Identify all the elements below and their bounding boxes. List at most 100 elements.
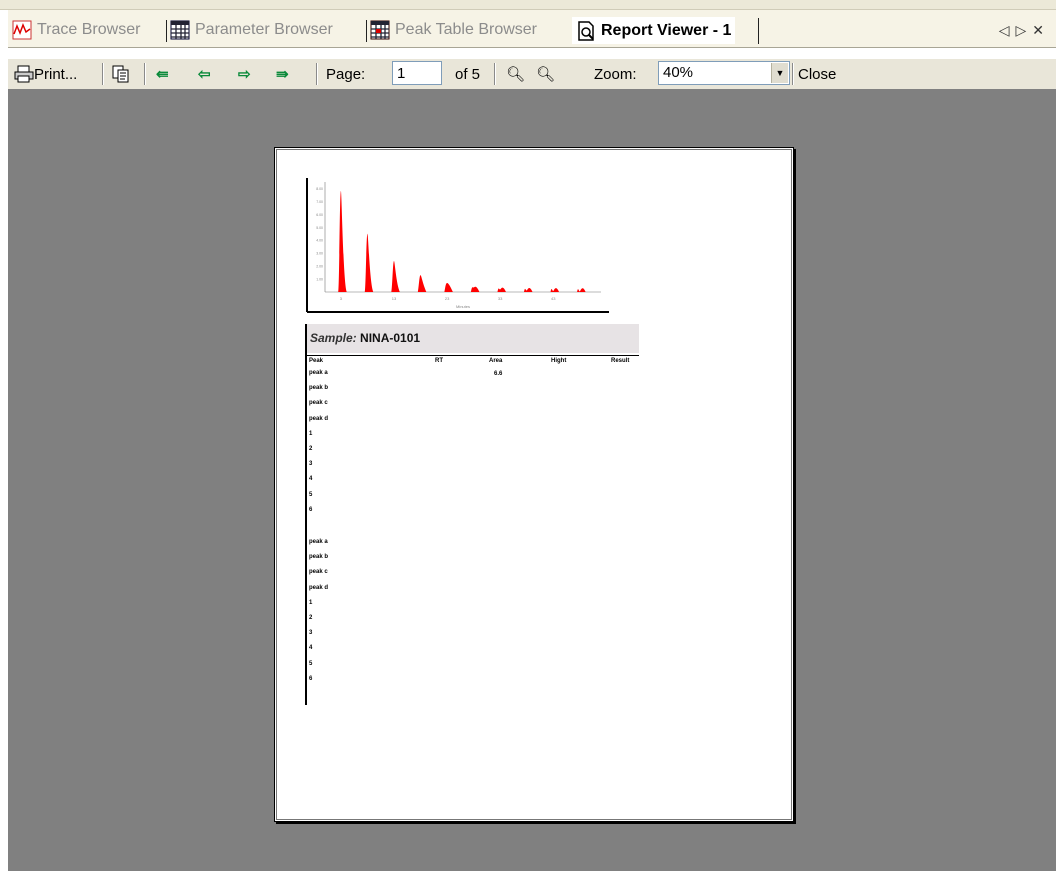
tab-divider: [166, 20, 167, 42]
y-tick-label: 2.00: [316, 265, 323, 269]
grid-icon: [170, 20, 190, 40]
table-row: peak a: [309, 539, 328, 545]
sample-label: Sample:: [310, 331, 357, 345]
table-row: peak c: [309, 400, 328, 407]
table-row: peak d: [309, 584, 329, 591]
tab-label: Report Viewer - 1: [601, 21, 732, 39]
grid-red-icon: [370, 20, 390, 40]
x-tick-label: 3: [340, 296, 343, 301]
toolbar-divider: [102, 63, 104, 85]
tab-navigation: ◁▷✕: [999, 22, 1050, 39]
report-icon: [578, 20, 594, 41]
chart-peak: [523, 287, 533, 292]
copy-icon: [112, 65, 129, 83]
table-row: peak b: [309, 554, 329, 561]
sample-value: NINA-0101: [360, 331, 421, 345]
tab-divider: [366, 20, 367, 42]
toolbar-divider: [494, 63, 496, 85]
zoom-select[interactable]: 40% ▼: [658, 61, 790, 85]
first-page-button[interactable]: ⇚: [156, 63, 169, 85]
chart-peak: [550, 288, 560, 292]
toolbar-divider: [144, 63, 146, 85]
trace-icon: [12, 20, 32, 40]
chromatogram-chart: 8.00 7.00 6.00 5.00 4.00 3.00 2.00 1.00 3 13 23 33 4…: [306, 178, 609, 313]
tab-next-button[interactable]: ▷: [1015, 22, 1032, 38]
table-row: 1: [309, 430, 313, 437]
y-tick-label: 3.00: [316, 252, 323, 256]
toolbar-divider: [792, 63, 794, 85]
table-row: 5: [309, 491, 313, 498]
x-tick-label: 33: [498, 296, 503, 301]
table-header-rule: [307, 355, 639, 356]
tab-label: Trace Browser: [37, 21, 141, 38]
chart-peak: [497, 287, 507, 292]
chart-peak: [364, 233, 374, 292]
arrow-right-icon: ⇨: [238, 66, 251, 83]
tab-label: Peak Table Browser: [395, 21, 537, 38]
table-row: 4: [309, 476, 313, 483]
table-left-rule: [305, 324, 307, 705]
table-row: 2: [309, 615, 313, 621]
print-button[interactable]: Print...: [14, 63, 77, 85]
tab-trace-browser[interactable]: Trace Browser: [12, 18, 140, 42]
page-label: Page:: [326, 65, 366, 83]
table-row: peak c: [309, 569, 328, 576]
x-tick-label: 23: [445, 296, 450, 301]
previous-page-button[interactable]: ⇦: [198, 63, 211, 85]
column-header-result: Result: [611, 358, 630, 364]
tab-close-button[interactable]: ✕: [1032, 22, 1050, 38]
page-count-label: of 5: [455, 65, 481, 83]
tab-report-viewer[interactable]: Report Viewer - 1: [572, 17, 736, 44]
table-row: peak a: [309, 370, 328, 376]
tab-prev-button[interactable]: ◁: [999, 22, 1016, 38]
page-number-input[interactable]: 1: [392, 61, 442, 85]
double-arrow-right-icon: ⇛: [276, 66, 289, 83]
chart-peak: [391, 260, 400, 292]
zoom-value: 40%: [663, 64, 694, 81]
table-row: 6: [309, 506, 313, 513]
area-value: 6.6: [494, 371, 503, 377]
double-arrow-left-icon: ⇚: [156, 66, 169, 83]
report-toolbar: Print... ⇚ ⇦ ⇨ ⇛ Page: of 5 🔍︎ 🔍︎ Zoom: …: [8, 58, 1056, 90]
arrow-left-icon: ⇦: [198, 66, 211, 83]
chart-peak: [338, 191, 347, 292]
column-header-hight: Hight: [551, 358, 567, 364]
chart-peak: [444, 282, 453, 292]
y-tick-label: 6.00: [316, 213, 323, 217]
y-tick-label: 1.00: [316, 278, 323, 282]
column-header-rt: RT: [435, 358, 443, 364]
table-row: 5: [309, 660, 313, 667]
column-header-peak: Peak: [309, 358, 324, 364]
close-button[interactable]: Close: [798, 63, 836, 85]
tab-parameter-browser[interactable]: Parameter Browser: [170, 18, 333, 42]
sample-header: Sample: NINA-0101: [307, 324, 639, 353]
table-row: 3: [309, 461, 313, 468]
toolbar-divider: [316, 63, 318, 85]
table-row: 3: [309, 630, 313, 637]
zoom-out-icon: 🔍︎: [536, 66, 556, 83]
print-label: Print...: [34, 65, 78, 83]
zoom-label: Zoom:: [594, 65, 637, 83]
y-tick-label: 4.00: [316, 239, 323, 243]
tab-divider: [758, 18, 759, 44]
column-header-area: Area: [489, 358, 503, 364]
y-tick-label: 7.00: [316, 200, 323, 204]
table-row: 4: [309, 645, 313, 652]
last-page-button[interactable]: ⇛: [276, 63, 289, 85]
chart-peak: [577, 288, 586, 292]
zoom-out-button[interactable]: 🔍︎: [536, 63, 555, 85]
chart-peak: [417, 275, 427, 292]
next-page-button[interactable]: ⇨: [238, 63, 251, 85]
chart-peak: [470, 286, 480, 292]
tab-bar: Trace Browser Parameter Browser Peak Tab…: [8, 10, 1056, 48]
chevron-down-icon[interactable]: ▼: [771, 63, 788, 83]
y-tick-label: 5.00: [316, 226, 323, 230]
printer-icon: [14, 65, 34, 83]
zoom-in-button[interactable]: 🔍︎: [506, 63, 525, 85]
tab-peak-table-browser[interactable]: Peak Table Browser: [370, 18, 537, 42]
copy-button[interactable]: [112, 63, 130, 85]
table-row: 1: [309, 599, 313, 606]
zoom-in-icon: 🔍︎: [506, 66, 526, 83]
table-row: peak b: [309, 385, 329, 392]
y-tick-label: 8.00: [316, 187, 323, 191]
